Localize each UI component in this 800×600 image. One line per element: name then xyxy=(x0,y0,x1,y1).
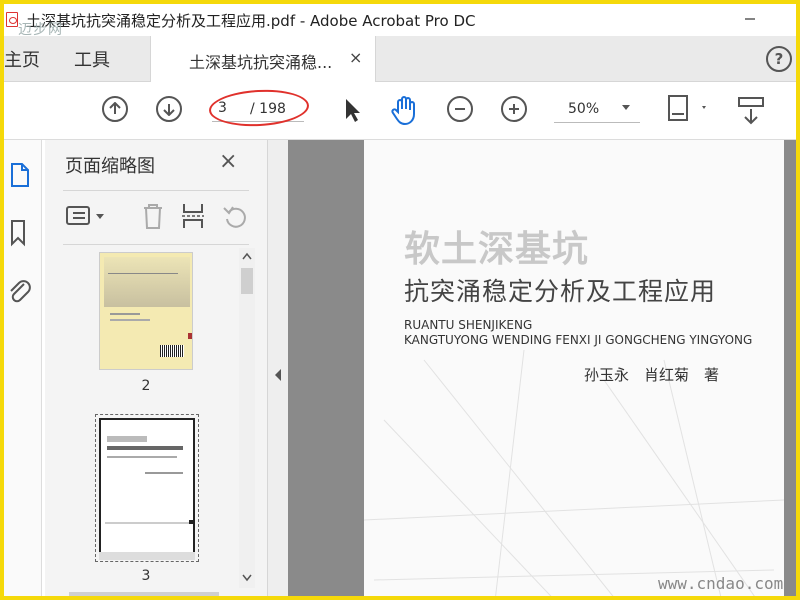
scroll-down-icon[interactable] xyxy=(242,574,252,582)
document-subtitle: 抗突涌稳定分析及工程应用 xyxy=(404,277,717,306)
panel-title: 页面缩略图 xyxy=(65,156,155,177)
select-cursor-icon[interactable] xyxy=(342,97,362,123)
next-page-button[interactable] xyxy=(156,96,182,122)
bookmark-icon[interactable] xyxy=(8,218,30,248)
horizontal-scrollbar[interactable] xyxy=(69,592,219,596)
tab-home[interactable]: 主页 xyxy=(4,46,40,72)
document-view[interactable]: 软土深基坑 抗突涌稳定分析及工程应用 RUANTU SHENJIKENG KAN… xyxy=(288,140,796,596)
attachment-icon[interactable] xyxy=(6,276,32,306)
title-bar: 土深基坑抗突涌稳定分析及工程应用.pdf - Adobe Acrobat Pro… xyxy=(4,4,796,38)
tab-close-button[interactable]: × xyxy=(349,48,362,67)
annotation-ring xyxy=(208,87,310,129)
tab-bar: 主页 工具 土深基坑抗突涌稳... × ? xyxy=(4,36,796,83)
minimize-button[interactable] xyxy=(728,4,772,34)
panel-divider xyxy=(63,244,249,245)
pinyin-line-2: KANGTUYONG WENDING FENXI JI GONGCHENG YI… xyxy=(404,333,753,347)
panel-close-button[interactable]: × xyxy=(219,149,237,174)
thumbnail-photo xyxy=(104,257,190,307)
help-icon[interactable]: ? xyxy=(766,46,792,72)
hand-tool-icon[interactable] xyxy=(390,94,420,126)
watermark-bottom: www.cndao.com xyxy=(658,574,784,593)
chevron-left-icon[interactable] xyxy=(273,368,283,382)
zoom-in-button[interactable] xyxy=(501,96,527,122)
arrow-up-icon xyxy=(109,102,121,114)
document-title: 软土深基坑 xyxy=(404,229,590,270)
plus-icon xyxy=(509,104,519,114)
tab-document-label: 土深基坑抗突涌稳... xyxy=(189,53,333,72)
navigation-rail xyxy=(4,140,42,596)
thumbnail-label-2: 2 xyxy=(141,378,151,394)
tab-tools[interactable]: 工具 xyxy=(74,46,110,72)
pdf-app-icon xyxy=(6,12,18,27)
thumbnail-page-3[interactable] xyxy=(99,418,195,558)
minimize-icon xyxy=(745,18,755,20)
rotate-icon[interactable] xyxy=(221,202,249,230)
thumbnail-scrollbar[interactable] xyxy=(239,248,255,588)
scroll-mode-icon[interactable] xyxy=(736,96,768,126)
scrollbar-thumb[interactable] xyxy=(241,268,253,294)
thumbnail-page-2[interactable] xyxy=(99,252,193,370)
zoom-select[interactable]: 50% xyxy=(554,97,640,123)
document-pinyin: RUANTU SHENJIKENG KANGTUYONG WENDING FEN… xyxy=(404,318,752,348)
window-title: 土深基坑抗突涌稳定分析及工程应用.pdf - Adobe Acrobat Pro… xyxy=(26,12,476,30)
app-window: 土深基坑抗突涌稳定分析及工程应用.pdf - Adobe Acrobat Pro… xyxy=(0,0,800,600)
scroll-up-icon[interactable] xyxy=(242,252,252,260)
panel-divider xyxy=(63,190,249,191)
tab-document[interactable]: 土深基坑抗突涌稳... × xyxy=(150,36,376,83)
thumbnail-options-icon[interactable] xyxy=(65,204,109,228)
pinyin-line-1: RUANTU SHENJIKENG xyxy=(404,318,533,332)
zoom-out-button[interactable] xyxy=(447,96,473,122)
toolbar: / 198 50% xyxy=(4,82,796,140)
arrow-down-icon xyxy=(163,104,175,116)
thumbnail-list: 2 3 xyxy=(53,248,239,596)
minus-icon xyxy=(455,108,465,110)
extract-page-icon[interactable] xyxy=(180,202,206,230)
thumbnail-label-3: 3 xyxy=(141,568,151,584)
panel-collapse-handle[interactable] xyxy=(268,140,288,596)
pdf-page: 软土深基坑 抗突涌稳定分析及工程应用 RUANTU SHENJIKENG KAN… xyxy=(364,140,784,596)
page-background-drawing xyxy=(364,349,784,596)
chevron-down-icon xyxy=(622,105,630,110)
fit-page-icon[interactable] xyxy=(666,94,710,126)
delete-page-icon[interactable] xyxy=(140,202,166,230)
barcode-icon xyxy=(160,345,184,357)
zoom-value: 50% xyxy=(568,101,600,117)
thumbnail-panel: 页面缩略图 × 2 3 xyxy=(45,140,268,596)
document-authors: 孙玉永 肖红菊 著 xyxy=(584,366,720,384)
page-thumbnails-icon[interactable] xyxy=(8,160,32,190)
previous-page-button[interactable] xyxy=(102,96,128,122)
